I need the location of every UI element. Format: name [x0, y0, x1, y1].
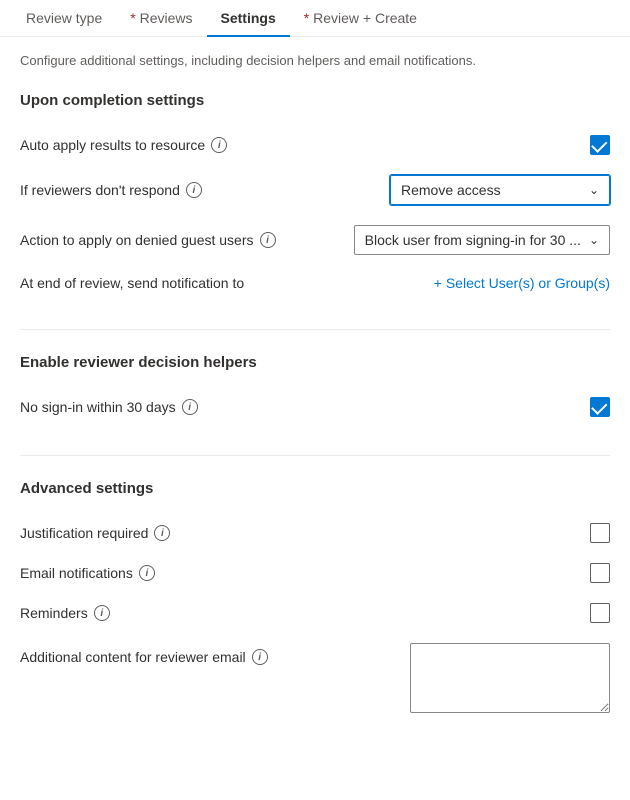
auto-apply-row: Auto apply results to resource i: [20, 125, 610, 165]
justification-info-icon[interactable]: i: [154, 525, 170, 541]
tab-reviews[interactable]: * Reviews: [116, 0, 206, 36]
page-description: Configure additional settings, including…: [20, 53, 610, 68]
email-notifications-label: Email notifications i: [20, 565, 155, 581]
end-of-review-control: + Select User(s) or Group(s): [434, 275, 610, 291]
main-content: Configure additional settings, including…: [0, 37, 630, 767]
justification-label: Justification required i: [20, 525, 170, 541]
decision-helpers-heading: Enable reviewer decision helpers: [20, 354, 610, 371]
reminders-checkbox[interactable]: [590, 603, 610, 623]
additional-content-info-icon[interactable]: i: [252, 649, 268, 665]
advanced-settings-section: Advanced settings Justification required…: [20, 480, 610, 723]
no-sign-in-label: No sign-in within 30 days i: [20, 399, 198, 415]
end-of-review-label: At end of review, send notification to: [20, 275, 244, 291]
tab-review-create-label: Review + Create: [313, 10, 417, 26]
reminders-info-icon[interactable]: i: [94, 605, 110, 621]
additional-content-control: [410, 643, 610, 713]
completion-settings-section: Upon completion settings Auto apply resu…: [20, 92, 610, 301]
auto-apply-control: [590, 135, 610, 155]
tab-review-type-label: Review type: [26, 10, 102, 26]
denied-guest-dropdown-value: Block user from signing-in for 30 ...: [365, 232, 581, 248]
auto-apply-label: Auto apply results to resource i: [20, 137, 227, 153]
no-sign-in-info-icon[interactable]: i: [182, 399, 198, 415]
denied-guest-control: Block user from signing-in for 30 ... ⌄: [354, 225, 610, 255]
reviewers-respond-dropdown[interactable]: Remove access ⌄: [390, 175, 610, 205]
additional-content-textarea[interactable]: [410, 643, 610, 713]
denied-guest-chevron-icon: ⌄: [589, 233, 599, 247]
denied-guest-info-icon[interactable]: i: [260, 232, 276, 248]
reminders-label: Reminders i: [20, 605, 110, 621]
no-sign-in-row: No sign-in within 30 days i: [20, 387, 610, 427]
auto-apply-checkbox[interactable]: [590, 135, 610, 155]
denied-guest-label: Action to apply on denied guest users i: [20, 232, 276, 248]
tab-reviews-asterisk: *: [130, 10, 139, 26]
justification-control: [590, 523, 610, 543]
tab-settings[interactable]: Settings: [207, 0, 290, 36]
reviewers-respond-label: If reviewers don't respond i: [20, 182, 202, 198]
tab-settings-label: Settings: [221, 10, 276, 26]
auto-apply-info-icon[interactable]: i: [211, 137, 227, 153]
reviewers-respond-control: Remove access ⌄: [390, 175, 610, 205]
select-users-groups-link[interactable]: + Select User(s) or Group(s): [434, 275, 610, 291]
reviewers-respond-info-icon[interactable]: i: [186, 182, 202, 198]
additional-content-label: Additional content for reviewer email i: [20, 643, 268, 665]
justification-checkbox[interactable]: [590, 523, 610, 543]
section-divider-2: [20, 455, 610, 456]
denied-guest-dropdown[interactable]: Block user from signing-in for 30 ... ⌄: [354, 225, 610, 255]
reviewers-respond-dropdown-value: Remove access: [401, 182, 501, 198]
tab-review-create-asterisk: *: [304, 10, 313, 26]
email-notifications-row: Email notifications i: [20, 553, 610, 593]
additional-content-row: Additional content for reviewer email i: [20, 633, 610, 723]
tab-reviews-label: Reviews: [140, 10, 193, 26]
reviewers-respond-row: If reviewers don't respond i Remove acce…: [20, 165, 610, 215]
completion-section-heading: Upon completion settings: [20, 92, 610, 109]
reminders-control: [590, 603, 610, 623]
no-sign-in-checkbox[interactable]: [590, 397, 610, 417]
denied-guest-row: Action to apply on denied guest users i …: [20, 215, 610, 265]
tab-review-type[interactable]: Review type: [12, 0, 116, 36]
email-notifications-control: [590, 563, 610, 583]
tab-navigation: Review type * Reviews Settings * Review …: [0, 0, 630, 37]
email-notifications-checkbox[interactable]: [590, 563, 610, 583]
reminders-row: Reminders i: [20, 593, 610, 633]
end-of-review-row: At end of review, send notification to +…: [20, 265, 610, 301]
no-sign-in-control: [590, 397, 610, 417]
tab-review-create[interactable]: * Review + Create: [290, 0, 431, 36]
decision-helpers-section: Enable reviewer decision helpers No sign…: [20, 354, 610, 427]
reviewers-respond-chevron-icon: ⌄: [589, 183, 599, 197]
advanced-settings-heading: Advanced settings: [20, 480, 610, 497]
justification-row: Justification required i: [20, 513, 610, 553]
email-notifications-info-icon[interactable]: i: [139, 565, 155, 581]
section-divider-1: [20, 329, 610, 330]
